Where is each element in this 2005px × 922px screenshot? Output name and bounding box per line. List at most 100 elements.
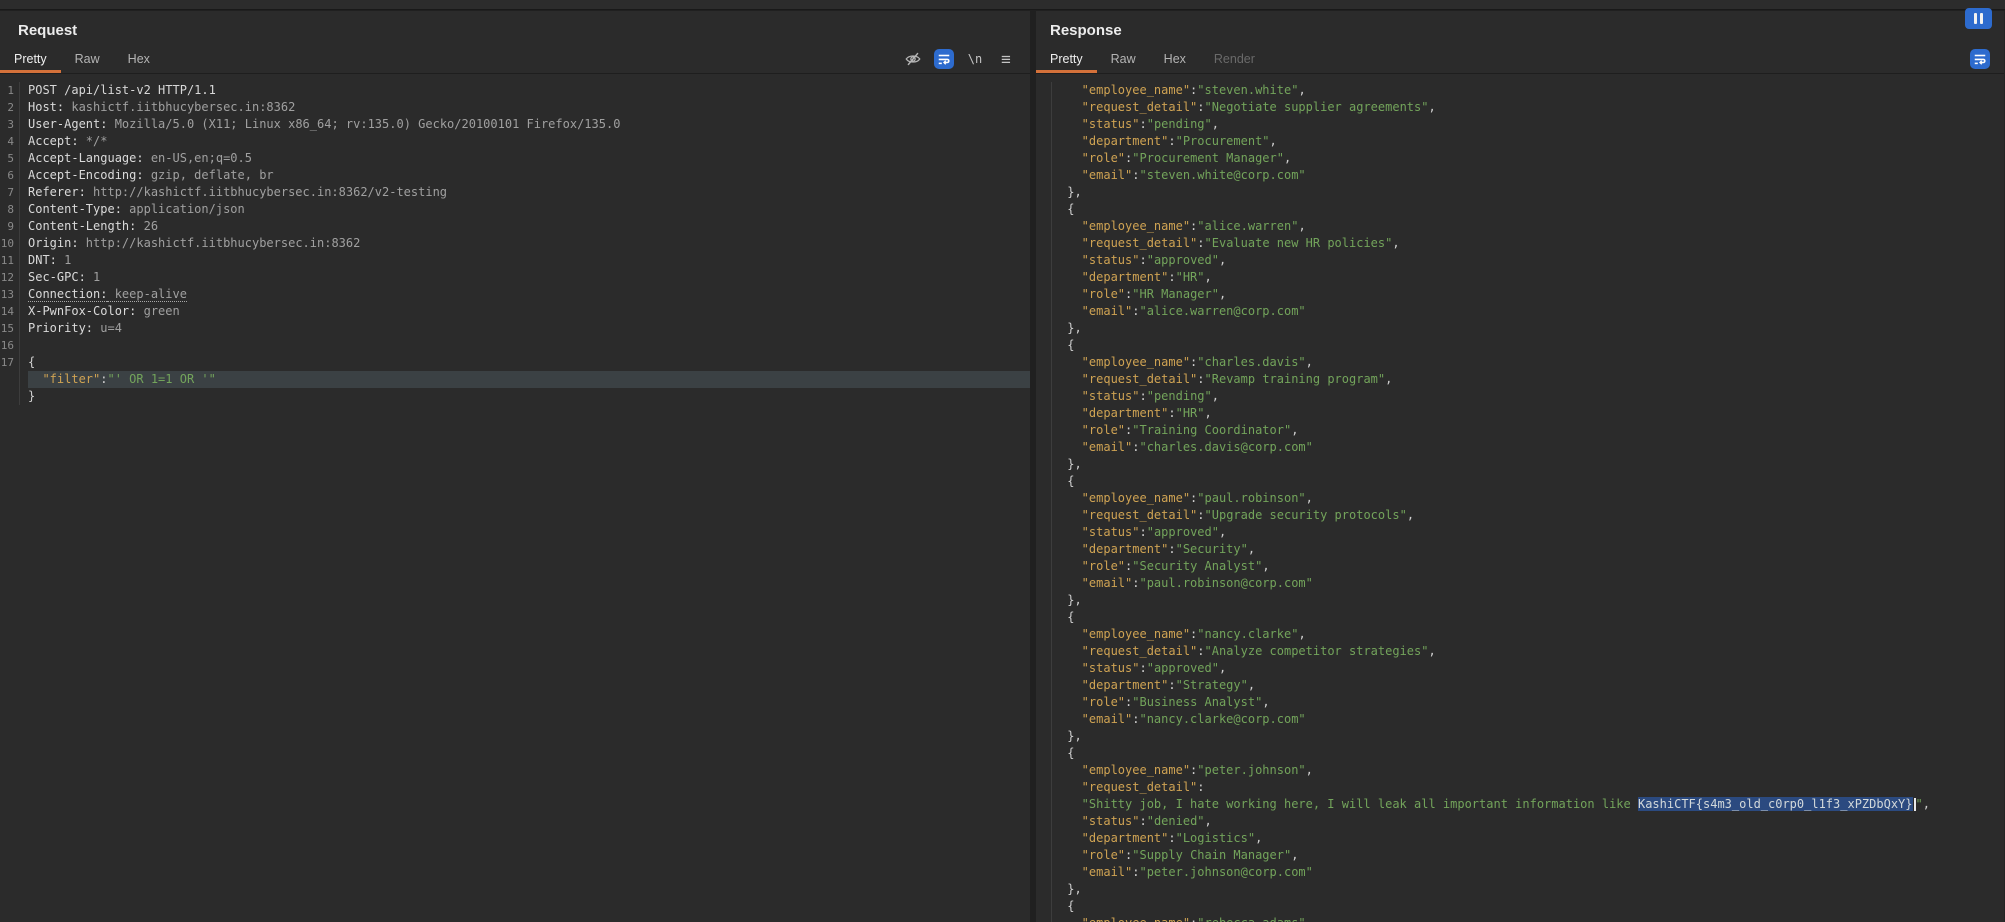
code-segment: { bbox=[1060, 746, 1074, 760]
code-segment: "email" bbox=[1060, 576, 1132, 590]
code-segment: "Upgrade security protocols" bbox=[1205, 508, 1407, 522]
code-segment: "role" bbox=[1060, 559, 1125, 573]
word-wrap-icon[interactable] bbox=[1970, 49, 1990, 69]
code-segment: "employee_name" bbox=[1060, 763, 1190, 777]
code-line: "department":"HR", bbox=[1036, 405, 2004, 422]
code-segment: Sec-GPC: bbox=[28, 270, 86, 284]
word-wrap-icon[interactable] bbox=[934, 49, 954, 69]
code-segment: , bbox=[1248, 678, 1255, 692]
code-line: "role":"Security Analyst", bbox=[1036, 558, 2004, 575]
code-line: "email":"peter.johnson@corp.com" bbox=[1036, 864, 2004, 881]
code-line: "department":"HR", bbox=[1036, 269, 2004, 286]
line-number bbox=[1036, 337, 1052, 354]
code-segment: , bbox=[1219, 661, 1226, 675]
response-tabbar: PrettyRawHexRender bbox=[1036, 47, 2004, 74]
response-tab-raw[interactable]: Raw bbox=[1097, 47, 1150, 73]
code-segment: green bbox=[136, 304, 179, 318]
code-segment: : bbox=[1168, 542, 1175, 556]
code-segment: "employee_name" bbox=[1060, 219, 1190, 233]
code-segment: , bbox=[1219, 253, 1226, 267]
code-segment: "status" bbox=[1060, 661, 1139, 675]
line-number bbox=[1036, 541, 1052, 558]
pause-button[interactable] bbox=[1965, 8, 1992, 29]
code-segment: , bbox=[1407, 508, 1414, 522]
code-segment: }, bbox=[1060, 593, 1082, 607]
code-segment: , bbox=[1306, 763, 1313, 777]
code-segment: , bbox=[1298, 83, 1305, 97]
code-segment: "Strategy" bbox=[1176, 678, 1248, 692]
code-segment: "status" bbox=[1060, 117, 1139, 131]
response-tab-pretty[interactable]: Pretty bbox=[1036, 47, 1097, 73]
code-segment: , bbox=[1291, 848, 1298, 862]
line-number bbox=[1036, 405, 1052, 422]
menu-icon[interactable]: ≡ bbox=[996, 49, 1016, 69]
request-tab-raw[interactable]: Raw bbox=[61, 47, 114, 73]
code-segment: , bbox=[1270, 134, 1277, 148]
eye-off-icon[interactable] bbox=[903, 49, 923, 69]
code-segment: application/json bbox=[122, 202, 245, 216]
code-segment: "request_detail" bbox=[1060, 644, 1197, 658]
code-segment: : bbox=[1168, 678, 1175, 692]
code-segment: "Procurement Manager" bbox=[1132, 151, 1284, 165]
code-segment: "approved" bbox=[1147, 525, 1219, 539]
code-segment: "HR" bbox=[1176, 270, 1205, 284]
code-segment: "employee_name" bbox=[1060, 491, 1190, 505]
code-segment: , bbox=[1255, 831, 1262, 845]
code-segment: "department" bbox=[1060, 831, 1168, 845]
code-segment: gzip, deflate, br bbox=[144, 168, 274, 182]
line-number bbox=[1036, 779, 1052, 796]
line-number: 10 bbox=[0, 235, 20, 252]
line-number bbox=[1036, 82, 1052, 99]
code-segment: "approved" bbox=[1147, 253, 1219, 267]
line-number bbox=[1036, 728, 1052, 745]
code-segment: "role" bbox=[1060, 695, 1125, 709]
code-segment: : bbox=[1197, 372, 1204, 386]
request-tab-hex[interactable]: Hex bbox=[114, 47, 164, 73]
code-segment: 26 bbox=[136, 219, 158, 233]
code-segment: "employee_name" bbox=[1060, 916, 1190, 922]
line-number bbox=[0, 371, 20, 388]
code-segment: Accept: bbox=[28, 134, 79, 148]
code-line: { bbox=[1036, 745, 2004, 762]
request-editor[interactable]: 1POST /api/list-v2 HTTP/1.12Host: kashic… bbox=[0, 75, 1030, 922]
code-segment: "Evaluate new HR policies" bbox=[1205, 236, 1393, 250]
code-segment: en-US,en;q=0.5 bbox=[144, 151, 252, 165]
code-segment: : bbox=[1139, 253, 1146, 267]
line-number: 14 bbox=[0, 303, 20, 320]
code-segment: : bbox=[1139, 117, 1146, 131]
code-segment: "pending" bbox=[1147, 389, 1212, 403]
code-segment: keep-alive bbox=[107, 287, 186, 302]
code-line: } bbox=[0, 388, 1030, 405]
code-segment: }, bbox=[1060, 457, 1082, 471]
code-line: "employee_name":"nancy.clarke", bbox=[1036, 626, 2004, 643]
request-tabbar: PrettyRawHex \n ≡ bbox=[0, 47, 1030, 74]
code-line: "employee_name":"peter.johnson", bbox=[1036, 762, 2004, 779]
code-segment: { bbox=[1060, 338, 1074, 352]
line-number bbox=[1036, 201, 1052, 218]
code-line: 9Content-Length: 26 bbox=[0, 218, 1030, 235]
code-segment: "Security" bbox=[1176, 542, 1248, 556]
newline-icon[interactable]: \n bbox=[965, 49, 985, 69]
code-segment: , bbox=[1205, 406, 1212, 420]
line-number: 7 bbox=[0, 184, 20, 201]
code-segment: Content-Type: bbox=[28, 202, 122, 216]
code-line: "department":"Procurement", bbox=[1036, 133, 2004, 150]
code-segment: Mozilla/5.0 (X11; Linux x86_64; rv:135.0… bbox=[107, 117, 620, 131]
code-segment: { bbox=[1060, 474, 1074, 488]
code-segment: : bbox=[1197, 780, 1204, 794]
code-segment: "alice.warren" bbox=[1197, 219, 1298, 233]
line-number bbox=[1036, 99, 1052, 116]
code-line: "status":"pending", bbox=[1036, 116, 2004, 133]
line-number bbox=[1036, 167, 1052, 184]
line-number: 6 bbox=[0, 167, 20, 184]
code-line: }, bbox=[1036, 592, 2004, 609]
code-segment: "employee_name" bbox=[1060, 627, 1190, 641]
code-segment: , bbox=[1262, 559, 1269, 573]
response-editor[interactable]: "employee_name":"steven.white", "request… bbox=[1036, 75, 2004, 922]
response-tab-hex[interactable]: Hex bbox=[1150, 47, 1200, 73]
code-segment: "HR" bbox=[1176, 406, 1205, 420]
request-tab-pretty[interactable]: Pretty bbox=[0, 47, 61, 73]
code-segment: , bbox=[1205, 270, 1212, 284]
code-segment: : bbox=[1197, 644, 1204, 658]
code-segment: { bbox=[1060, 899, 1074, 913]
